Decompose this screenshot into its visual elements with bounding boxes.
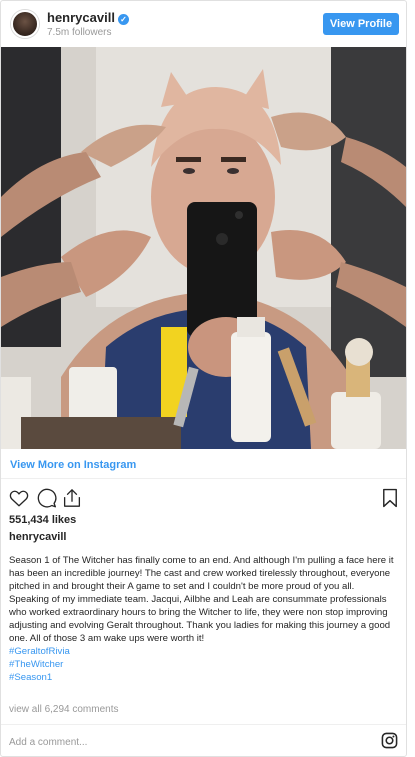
heart-icon[interactable] <box>9 489 29 507</box>
header-username[interactable]: henrycavill <box>47 10 115 25</box>
instagram-logo-icon[interactable] <box>381 732 398 749</box>
hashtag-link[interactable]: #GeraltofRivia <box>9 645 401 658</box>
post-header: henrycavill ✓ 7.5m followers View Profile <box>1 1 406 47</box>
share-icon[interactable] <box>63 488 81 508</box>
caption-text: Season 1 of The Witcher has finally come… <box>9 554 401 684</box>
divider <box>1 724 406 725</box>
hashtag-link[interactable]: #Season1 <box>9 671 401 684</box>
like-count[interactable]: 551,434 likes <box>9 514 76 526</box>
avatar[interactable] <box>11 10 39 38</box>
divider <box>1 478 406 479</box>
instagram-embed-card: henrycavill ✓ 7.5m followers View Profile <box>0 0 407 757</box>
hashtag-link[interactable]: #TheWitcher <box>9 658 401 671</box>
comment-icon[interactable] <box>37 488 57 508</box>
add-comment-input[interactable] <box>9 735 339 749</box>
caption-paragraph: Speaking of my immediate team. Jacqui, A… <box>9 594 391 644</box>
follower-count: 7.5m followers <box>47 27 112 38</box>
verified-badge-icon: ✓ <box>117 14 129 25</box>
view-all-comments-link[interactable]: view all 6,294 comments <box>9 704 119 715</box>
bookmark-icon[interactable] <box>382 488 398 508</box>
caption-username[interactable]: henrycavill <box>9 531 66 543</box>
post-photo-illustration <box>1 47 406 449</box>
view-more-link[interactable]: View More on Instagram <box>10 459 136 471</box>
header-username-row[interactable]: henrycavill ✓ <box>47 10 129 25</box>
post-photo[interactable] <box>1 47 406 449</box>
view-profile-button[interactable]: View Profile <box>323 13 399 35</box>
caption-paragraph: Season 1 of The Witcher has finally come… <box>9 555 394 592</box>
